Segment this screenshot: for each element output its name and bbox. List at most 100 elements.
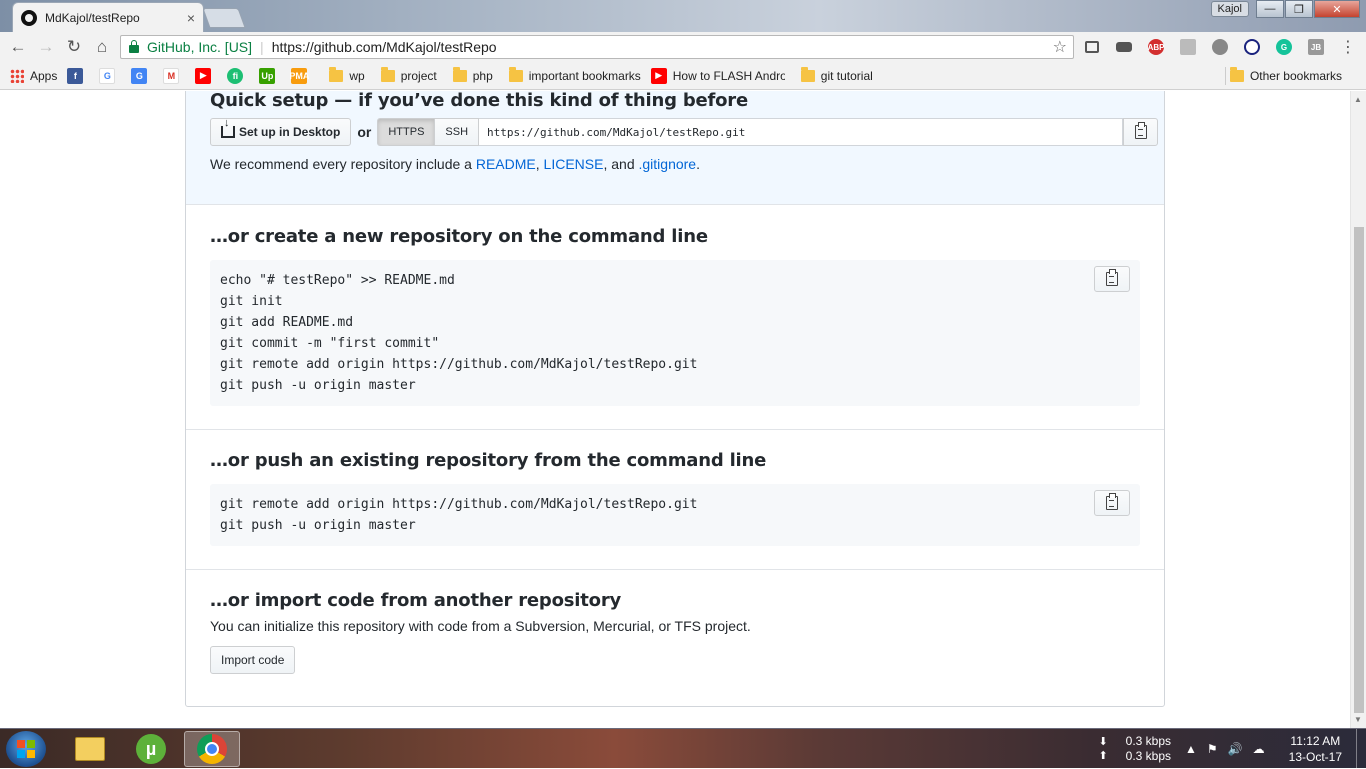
bookmark-facebook[interactable]: f <box>67 67 89 84</box>
address-bar[interactable]: GitHub, Inc. [US] | https://github.com/M… <box>120 35 1074 59</box>
browser-tab[interactable]: MdKajol/testRepo × <box>12 2 204 32</box>
menu-icon[interactable]: ⋮ <box>1336 35 1360 59</box>
readme-link[interactable]: README <box>476 156 536 172</box>
bookmark-apps[interactable]: Apps <box>10 68 57 83</box>
bookmark-youtube[interactable]: ▶ <box>195 67 217 84</box>
bookmark-important[interactable]: important bookmarks <box>503 66 641 83</box>
bookmark-star-icon[interactable]: ☆ <box>1053 37 1067 57</box>
close-window-button[interactable]: ✕ <box>1314 0 1360 18</box>
license-link[interactable]: LICENSE <box>544 156 604 172</box>
upload-arrow-icon: ⬆ <box>1098 750 1108 762</box>
new-tab-button[interactable] <box>202 8 246 28</box>
start-button[interactable] <box>6 731 46 767</box>
scroll-up-icon[interactable]: ▲ <box>1354 95 1362 104</box>
bookmark-git-tutorial[interactable]: git tutorial <box>795 66 873 83</box>
tray-expand-icon[interactable]: ▲ <box>1185 742 1197 756</box>
https-toggle[interactable]: HTTPS <box>377 118 436 146</box>
tray-icons: ▲ ⚑ 🔊 ☁ <box>1185 742 1275 756</box>
maximize-button[interactable]: ❐ <box>1285 0 1313 18</box>
bookmark-translate[interactable]: G <box>131 67 153 84</box>
acrobat-icon[interactable] <box>1176 35 1200 59</box>
browser-toolbar: ← → ↻ ⌂ GitHub, Inc. [US] | https://gith… <box>0 32 1366 62</box>
bookmark-flash-android[interactable]: ▶ How to FLASH Andro <box>650 67 785 84</box>
bookmark-google[interactable]: G <box>99 67 121 84</box>
import-repo-section: …or import code from another repository … <box>186 570 1164 706</box>
code-line: git push -u origin master <box>220 518 416 533</box>
gitignore-link[interactable]: .gitignore <box>639 156 697 172</box>
import-code-button[interactable]: Import code <box>210 646 296 674</box>
scroll-thumb[interactable] <box>1354 227 1364 713</box>
code-line: git push -u origin master <box>220 378 416 393</box>
clock-time: 11:12 AM <box>1290 734 1341 748</box>
apps-grid-icon <box>10 68 24 83</box>
url-text[interactable]: https://github.com/MdKajol/testRepo <box>272 39 497 55</box>
scroll-down-icon[interactable]: ▼ <box>1354 715 1362 724</box>
taskbar-chrome[interactable] <box>184 731 240 767</box>
taskbar-explorer[interactable] <box>62 731 118 767</box>
code-line: git commit -m "first commit" <box>220 336 440 351</box>
clone-url-group: HTTPS SSH https://github.com/MdKajol/tes… <box>377 118 1159 146</box>
windows-logo-icon <box>17 740 35 758</box>
grammarly-icon[interactable]: G <box>1272 35 1296 59</box>
code-line: git remote add origin https://github.com… <box>220 497 698 512</box>
jb-icon[interactable]: JB <box>1304 35 1328 59</box>
create-repo-title: …or create a new repository on the comma… <box>210 226 708 247</box>
home-icon[interactable]: ⌂ <box>88 33 116 61</box>
cast-icon[interactable] <box>1080 35 1104 59</box>
car-icon[interactable] <box>1112 35 1136 59</box>
comma: , <box>603 156 608 172</box>
bookmark-phpmyadmin[interactable]: PMA <box>289 67 313 84</box>
folder-icon <box>1229 66 1244 82</box>
bookmark-project[interactable]: project <box>375 66 437 83</box>
back-icon[interactable]: ← <box>4 33 32 61</box>
cert-name: GitHub, Inc. [US] <box>147 39 253 55</box>
volume-icon[interactable]: 🔊 <box>1228 742 1243 756</box>
profile-button[interactable]: Kajol <box>1210 1 1249 17</box>
code-line: git add README.md <box>220 315 354 330</box>
copy-clone-url-button[interactable] <box>1123 118 1159 146</box>
setup-desktop-label: Set up in Desktop <box>239 125 341 139</box>
setup-desktop-button[interactable]: Set up in Desktop <box>210 117 352 146</box>
page-scrollbar[interactable]: ▲ ▼ <box>1350 91 1366 728</box>
window-titlebar: MdKajol/testRepo × Kajol — ❐ ✕ <box>0 0 1366 32</box>
create-repo-code[interactable]: echo "# testRepo" >> README.md git init … <box>210 260 1140 406</box>
action-center-icon[interactable]: ⚑ <box>1207 742 1218 756</box>
reload-icon[interactable]: ↻ <box>60 33 88 61</box>
clipboard-icon <box>1106 493 1118 510</box>
bookmark-php[interactable]: php <box>447 66 493 83</box>
tab-close-icon[interactable]: × <box>187 10 195 26</box>
onedrive-icon[interactable]: ☁ <box>1253 742 1265 756</box>
period: . <box>696 156 700 172</box>
gmail-icon: M <box>163 67 180 84</box>
fiverr-icon: fi <box>227 67 244 84</box>
code-line: git remote add origin https://github.com… <box>220 357 698 372</box>
bookmark-gmail[interactable]: M <box>163 67 185 84</box>
bookmark-other[interactable]: Other bookmarks <box>1224 66 1342 83</box>
minimize-button[interactable]: — <box>1256 0 1284 18</box>
copy-create-commands-button[interactable] <box>1094 266 1130 292</box>
taskbar-utorrent[interactable]: µ <box>123 731 179 767</box>
clipboard-icon <box>1106 269 1118 286</box>
code-line: echo "# testRepo" >> README.md <box>220 273 455 288</box>
lock-icon <box>129 40 139 53</box>
windows-taskbar: µ ⬇ ⬆ 0.3 kbps 0.3 kbps ▲ ⚑ 🔊 ☁ 11:12 AM… <box>0 728 1366 769</box>
upload-speed: 0.3 kbps <box>1125 749 1172 763</box>
extensions-bar: ABP G JB ⋮ <box>1080 35 1366 59</box>
bookmark-fiverr[interactable]: fi <box>227 67 249 84</box>
bookmark-label: How to FLASH Andro <box>672 68 785 83</box>
folder-icon <box>329 66 344 82</box>
ssh-toggle[interactable]: SSH <box>435 118 480 146</box>
cloud-icon[interactable] <box>1208 35 1232 59</box>
show-desktop-button[interactable] <box>1356 729 1366 769</box>
push-repo-code[interactable]: git remote add origin https://github.com… <box>210 484 1140 546</box>
forward-icon[interactable]: → <box>32 33 60 61</box>
bookmark-wp[interactable]: wp <box>323 66 365 83</box>
clock[interactable]: 11:12 AM 13-Oct-17 <box>1289 733 1342 765</box>
clone-url-field[interactable]: https://github.com/MdKajol/testRepo.git <box>479 118 1124 146</box>
adblock-icon[interactable]: ABP <box>1144 35 1168 59</box>
youtube-icon: ▶ <box>195 67 212 84</box>
copy-push-commands-button[interactable] <box>1094 490 1130 516</box>
block-icon[interactable] <box>1240 35 1264 59</box>
clipboard-icon <box>1134 122 1147 139</box>
bookmark-upwork[interactable]: Up <box>259 67 281 84</box>
